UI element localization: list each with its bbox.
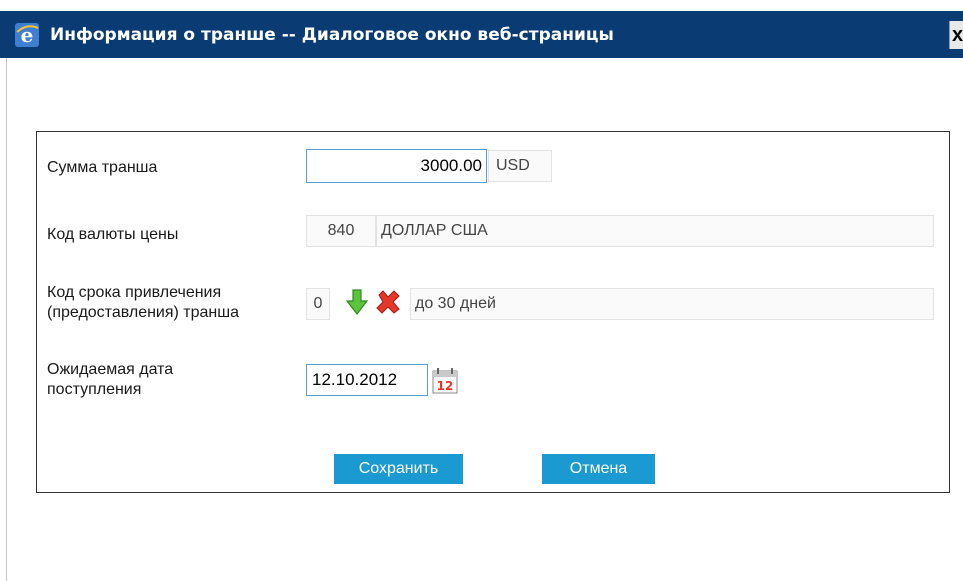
expected-date-label: Ожидаемая дата поступления <box>47 360 173 400</box>
ie-icon: e <box>12 20 42 50</box>
red-x-icon[interactable] <box>375 289 401 315</box>
window-title: Информация о транше -- Диалоговое окно в… <box>50 24 614 45</box>
amount-input[interactable]: 3000.00 <box>306 149 487 183</box>
amount-label: Сумма транша <box>47 159 158 176</box>
close-button[interactable]: x <box>949 21 963 49</box>
price-currency-label: Код валюты цены <box>47 226 179 243</box>
save-button[interactable]: Сохранить <box>334 454 463 484</box>
term-label: Код срока привлечения (предоставления) т… <box>47 283 239 323</box>
expected-date-label-line2: поступления <box>47 381 142 398</box>
tranche-form: Сумма транша 3000.00 USD Код валюты цены… <box>36 131 950 493</box>
green-down-arrow-icon[interactable] <box>344 289 370 315</box>
price-currency-code: 840 <box>306 215 376 247</box>
window-left-edge <box>0 58 7 581</box>
term-label-line1: Код срока привлечения <box>47 284 222 301</box>
term-code: 0 <box>306 288 330 320</box>
dialog-titlebar: e Информация о транше -- Диалоговое окно… <box>0 11 963 58</box>
price-currency-name: ДОЛЛАР США <box>376 215 934 247</box>
calendar-icon-day: 12 <box>437 379 454 393</box>
amount-currency: USD <box>488 150 552 182</box>
term-label-line2: (предоставления) транша <box>47 304 239 321</box>
expected-date-label-line1: Ожидаемая дата <box>47 361 174 378</box>
term-name: до 30 дней <box>410 288 934 320</box>
expected-date-input[interactable]: 12.10.2012 <box>306 364 428 396</box>
calendar-icon[interactable]: 12 <box>430 366 460 396</box>
cancel-button[interactable]: Отмена <box>542 454 655 484</box>
